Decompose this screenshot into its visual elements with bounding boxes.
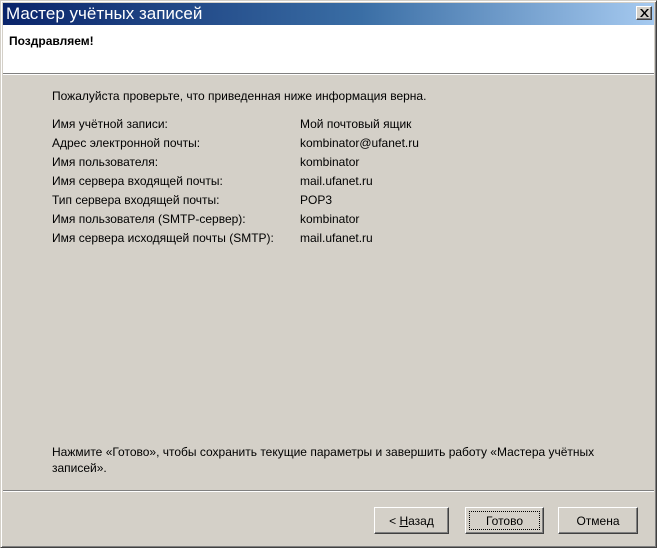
summary-value: POP3 [300,193,333,207]
summary-value: mail.ufanet.ru [300,231,373,245]
close-button[interactable] [636,6,652,20]
summary-label: Имя пользователя (SMTP-сервер): [52,212,246,226]
finish-button[interactable]: Готово [465,507,544,534]
back-button-accel: Н [399,513,409,528]
summary-value: kombinator@ufanet.ru [300,136,419,150]
summary-value: mail.ufanet.ru [300,174,373,188]
summary-label: Тип сервера входящей почты: [52,193,220,207]
header-divider [3,73,654,75]
wizard-header: Поздравляем! [3,25,654,73]
summary-label: Имя сервера входящей почты: [52,174,223,188]
header-title: Поздравляем! [9,34,94,48]
intro-text: Пожалуйста проверьте, что приведенная ни… [52,89,427,103]
cancel-button[interactable]: Отмена [558,507,638,534]
footer-divider [3,490,654,492]
summary-label: Имя сервера исходящей почты (SMTP): [52,231,274,245]
cancel-button-label: Отмена [576,513,620,528]
summary-value: kombinator [300,212,360,226]
summary-label: Адрес электронной почты: [52,136,201,150]
window-title: Мастер учётных записей [6,4,203,23]
back-button-rest: азад [408,513,434,528]
back-button[interactable]: < Назад [374,507,449,534]
finish-instructions: Нажмите «Готово», чтобы сохранить текущи… [52,445,595,475]
summary-label: Имя учётной записи: [52,117,168,131]
wizard-window: Мастер учётных записей Поздравляем! Пожа… [0,0,657,548]
title-bar[interactable]: Мастер учётных записей [3,3,654,25]
summary-label: Имя пользователя: [52,155,159,169]
summary-value: kombinator [300,155,360,169]
close-icon [640,9,649,17]
focus-rectangle [469,511,540,530]
summary-value: Мой почтовый ящик [300,117,412,131]
back-button-prefix: < [389,513,400,528]
